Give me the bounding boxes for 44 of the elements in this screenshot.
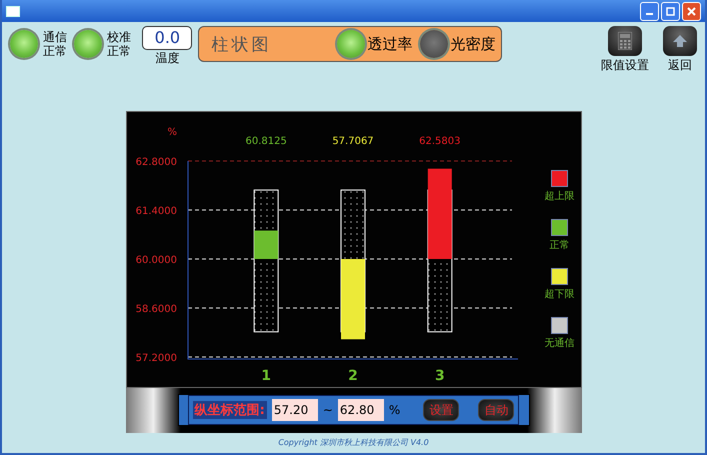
calculator-icon [618, 32, 632, 50]
app-icon [6, 6, 20, 17]
back-button[interactable] [663, 26, 697, 56]
category-label: 2 [348, 368, 358, 384]
category-label: 3 [434, 368, 444, 384]
min-input[interactable]: 57.20 [272, 399, 318, 422]
max-input[interactable]: 62.80 [338, 399, 384, 422]
mode-option[interactable]: 光密度 [450, 34, 496, 54]
category-label: 1 [260, 368, 271, 384]
minimize-button[interactable] [640, 2, 659, 21]
status-label: 校准正常 [107, 30, 132, 58]
legend-label: 无通信 [544, 336, 574, 350]
legend-label: 超上限 [544, 190, 574, 203]
range-separator: ~ [322, 403, 333, 418]
maximize-icon [666, 6, 675, 16]
toolbar-label: 返回 [668, 57, 692, 74]
mode-option[interactable]: 透过率 [367, 34, 412, 54]
temperature-value: 0.0 [142, 26, 192, 50]
status-label: 通信正常 [43, 30, 68, 58]
limit-settings-button[interactable] [608, 26, 642, 56]
y-tick-label: 61.4000 [135, 206, 176, 217]
panel-title: 柱状图 [211, 34, 272, 56]
y-tick-label: 60.0000 [135, 254, 176, 266]
copyright-text: Copyright 深圳市秋上科技有限公司 V4.0 [278, 438, 429, 447]
range-label: 纵坐标范围: [192, 401, 267, 420]
up-arrow-icon [673, 35, 687, 48]
unit-label: % [388, 403, 400, 418]
temperature-label: 温度 [155, 50, 180, 68]
radio-light[interactable] [420, 30, 448, 58]
radio-light[interactable] [337, 30, 366, 58]
y-tick-label: 58.6000 [135, 304, 176, 315]
maximize-button[interactable] [661, 2, 680, 21]
close-button[interactable] [682, 2, 701, 21]
y-tick-label: 62.8000 [135, 156, 176, 168]
legend-label: 正常 [550, 238, 570, 252]
close-icon [687, 6, 696, 16]
value-label: 57.7067 [332, 136, 374, 147]
legend-label: 超下限 [544, 288, 574, 301]
toolbar-label: 限值设置 [601, 57, 649, 74]
value-label: 62.5803 [418, 136, 460, 147]
value-label: 60.8125 [244, 136, 286, 147]
y-axis-unit: % [166, 126, 176, 138]
minimize-icon [646, 12, 653, 15]
y-tick-label: 57.2000 [135, 352, 176, 364]
